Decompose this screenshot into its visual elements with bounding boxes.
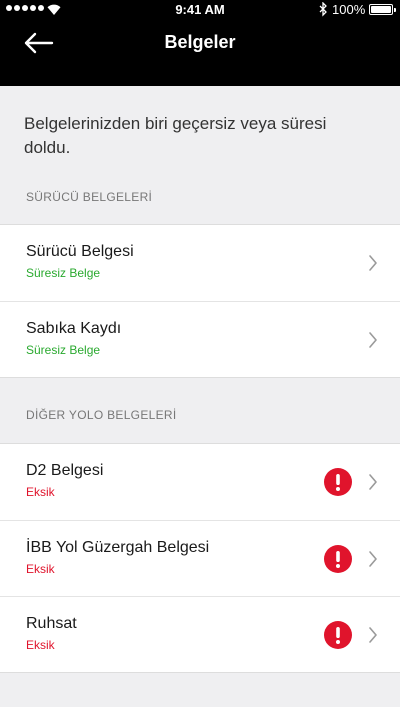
chevron-right-icon [369,627,377,643]
document-status: Süresiz Belge [26,343,101,357]
invalid-document-notice: Belgelerinizden biri geçersiz veya süres… [24,114,327,157]
status-bar: 9:41 AM 100% [0,0,400,20]
document-title: Sabıka Kaydı [26,320,122,337]
document-row-vehicle-registration[interactable]: Ruhsat Eksik [0,596,400,672]
document-title: Sürücü Belgesi [26,243,134,260]
documents-content: Belgelerinizden biri geçersiz veya süres… [0,86,400,673]
chevron-right-icon [369,474,377,490]
other-documents-list: D2 Belgesi Eksik İBB Yol Güzergah Belges… [0,443,400,673]
document-row-d2-certificate[interactable]: D2 Belgesi Eksik [0,444,400,520]
bluetooth-icon [319,2,327,17]
battery-percentage: 100% [332,2,366,17]
alert-icon [324,545,352,573]
document-row-ibb-route-certificate[interactable]: İBB Yol Güzergah Belgesi Eksik [0,520,400,596]
chevron-right-icon [369,551,377,567]
section-header-driver-documents: SÜRÜCÜ BELGELERİ [26,190,153,204]
navigation-header: 9:41 AM 100% Belgeler [0,0,400,86]
chevron-right-icon [369,332,377,348]
alert-icon [324,621,352,649]
chevron-right-icon [369,255,377,271]
page-title: Belgeler [164,32,236,52]
alert-icon [324,468,352,496]
document-row-driver-license[interactable]: Sürücü Belgesi Süresiz Belge [0,225,400,301]
document-row-criminal-record[interactable]: Sabıka Kaydı Süresiz Belge [0,301,400,377]
section-header-other-documents: DİĞER YOLO BELGELERİ [26,408,177,422]
document-status: Süresiz Belge [26,266,101,280]
battery-icon [369,4,396,15]
driver-documents-list: Sürücü Belgesi Süresiz Belge Sabıka Kayd… [0,224,400,378]
